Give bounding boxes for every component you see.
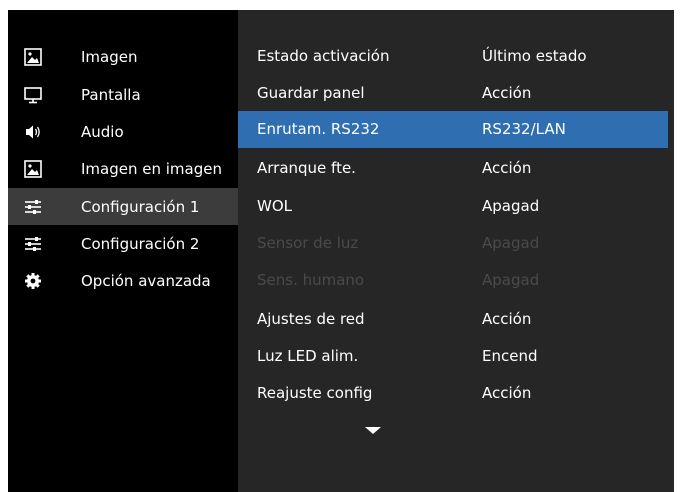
sidebar-item-label: Configuración 2 [81, 234, 200, 253]
sidebar-item-configuracion-1[interactable]: Configuración 1 [8, 188, 238, 225]
setting-row-sens-humano: Sens. humano Apagad [238, 262, 668, 299]
setting-row-reajuste-config[interactable]: Reajuste config Acción [238, 375, 668, 412]
sidebar-item-label: Pantalla [81, 85, 141, 104]
sidebar-item-label: Opción avanzada [81, 271, 211, 290]
setting-row-guardar-panel[interactable]: Guardar panel Acción [238, 75, 668, 112]
setting-name: Ajustes de red [257, 310, 365, 328]
sidebar-item-pantalla[interactable]: Pantalla [8, 76, 238, 113]
sliders-icon [24, 235, 42, 253]
setting-name: Luz LED alim. [257, 347, 359, 365]
setting-name: Guardar panel [257, 84, 365, 102]
sidebar-item-audio[interactable]: Audio [8, 113, 238, 150]
setting-row-wol[interactable]: WOL Apagad [238, 188, 668, 225]
setting-value: RS232/LAN [482, 120, 566, 138]
picture-icon [24, 47, 42, 66]
setting-name: Enrutam. RS232 [257, 120, 380, 138]
osd-menu: Imagen Pantalla Audio Imagen en imagen C [8, 10, 674, 492]
gear-icon [24, 272, 42, 290]
chevron-down-icon[interactable] [365, 427, 381, 434]
setting-name: WOL [257, 197, 292, 215]
category-sidebar: Imagen Pantalla Audio Imagen en imagen C [8, 10, 238, 492]
sliders-icon [24, 198, 42, 216]
sidebar-item-opcion-avanzada[interactable]: Opción avanzada [8, 262, 238, 299]
sidebar-item-imagen[interactable]: Imagen [8, 38, 238, 75]
sidebar-item-label: Imagen en imagen [81, 159, 222, 178]
sidebar-item-configuracion-2[interactable]: Configuración 2 [8, 225, 238, 262]
setting-value: Último estado [482, 47, 587, 65]
setting-row-estado-activacion[interactable]: Estado activación Último estado [238, 38, 668, 75]
setting-row-enrutam-rs232[interactable]: Enrutam. RS232 RS232/LAN [238, 111, 668, 148]
setting-name: Sensor de luz [257, 234, 359, 252]
setting-value: Acción [482, 84, 532, 102]
setting-value: Acción [482, 384, 532, 402]
setting-value: Acción [482, 159, 532, 177]
sidebar-item-imagen-en-imagen[interactable]: Imagen en imagen [8, 150, 238, 187]
setting-name: Sens. humano [257, 271, 365, 289]
setting-value: Apagad [482, 271, 540, 289]
speaker-icon [24, 123, 42, 141]
setting-value: Encend [482, 347, 538, 365]
sidebar-item-label: Imagen [81, 47, 138, 66]
setting-value: Apagad [482, 234, 540, 252]
sidebar-item-label: Audio [81, 122, 124, 141]
setting-name: Estado activación [257, 47, 390, 65]
settings-panel: Estado activación Último estado Guardar … [238, 10, 674, 492]
setting-row-ajustes-de-red[interactable]: Ajustes de red Acción [238, 301, 668, 338]
setting-value: Acción [482, 310, 532, 328]
setting-row-luz-led-alim[interactable]: Luz LED alim. Encend [238, 338, 668, 375]
setting-row-sensor-de-luz: Sensor de luz Apagad [238, 225, 668, 262]
picture-in-picture-icon [24, 159, 42, 178]
setting-name: Reajuste config [257, 384, 373, 402]
sidebar-item-label: Configuración 1 [81, 197, 200, 216]
setting-name: Arranque fte. [257, 159, 356, 177]
setting-value: Apagad [482, 197, 540, 215]
setting-row-arranque-fte[interactable]: Arranque fte. Acción [238, 150, 668, 187]
monitor-icon [24, 86, 42, 104]
